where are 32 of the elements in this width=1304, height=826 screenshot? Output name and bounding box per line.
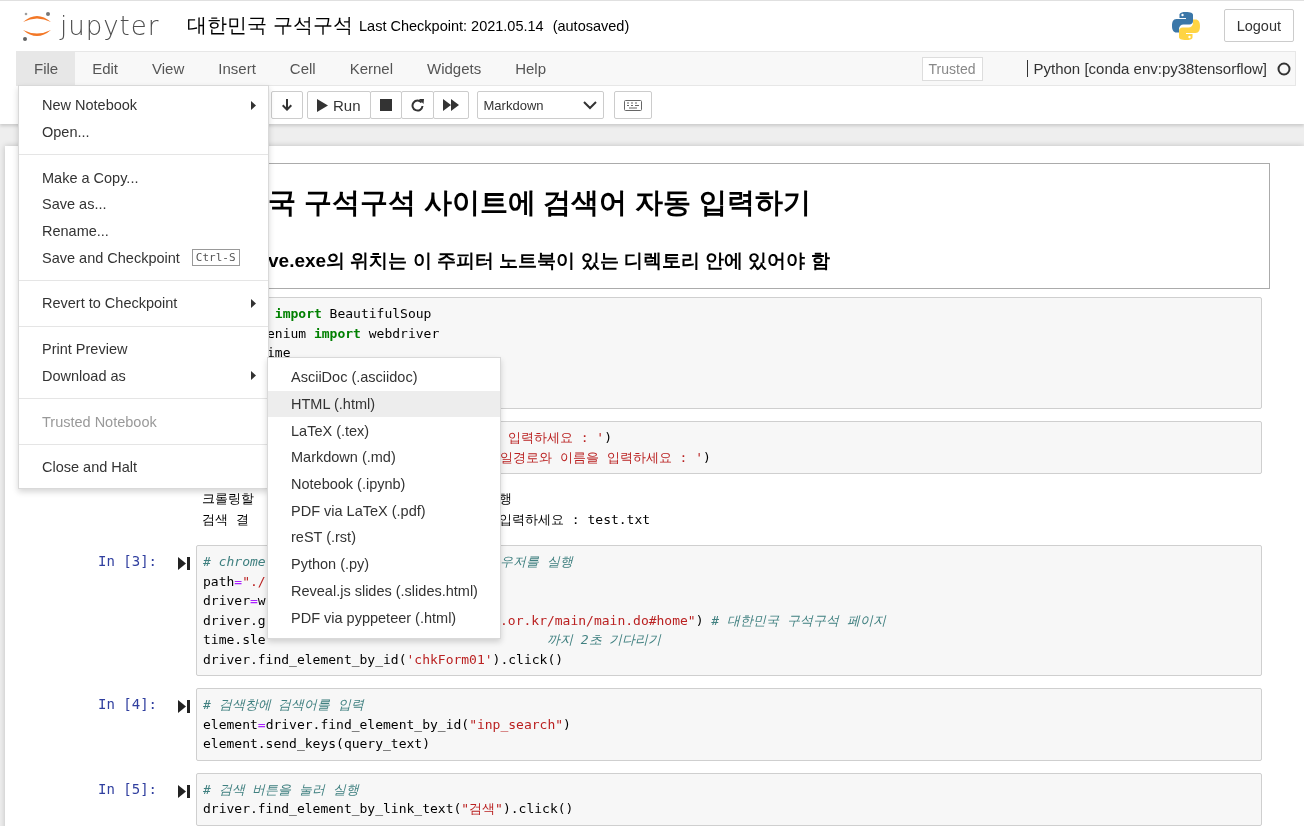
input-prompt: In [5]: [97, 779, 157, 799]
code-line: time.sle [203, 631, 266, 649]
code-line: 행 [499, 490, 512, 508]
code-line: .or.kr/main/main.do#home") # 대한민국 구석구석 페이지 [500, 611, 886, 630]
code-line: # 검색창에 검색어를 입력 [203, 696, 365, 714]
code-line: import BeautifulSoup [273, 305, 432, 323]
shortcut-badge: Ctrl-S [191, 249, 240, 267]
code-line: driver.g [203, 611, 266, 630]
code-line: driver.find_element_by_id('chkForm01').click() [203, 650, 564, 669]
code-line: # 검색 버튼을 눌러 실행 [203, 780, 360, 799]
kernel-name: Python [conda env:py38tensorflow] [1026, 60, 1267, 77]
checkpoint-status: Last Checkpoint: 2021.05.14 [359, 17, 544, 34]
input-prompt: In [3]: [97, 552, 157, 571]
code-line: # chrome [203, 553, 266, 571]
heading: ve.exe의 위치는 이 주피터 노트북이 있는 디렉토리 안에 있어야 함 [268, 249, 831, 273]
code-line: 검색 결 [202, 510, 249, 529]
code-line: ime [267, 344, 291, 362]
code-line: path="./ [203, 572, 266, 591]
code-line: 까지 2초 기다리기 [545, 631, 662, 649]
code-line: 우저를 실행 [500, 553, 573, 571]
code-line: 크롤링할 [202, 490, 254, 508]
code-line: element=driver.find_element_by_id("inp_search") [203, 715, 571, 734]
logo-text: jupyter [60, 10, 160, 41]
code-line: driver=w [203, 592, 266, 610]
autosave-status: (autosaved) [552, 17, 630, 34]
code-line: 입력하세요 : ') [506, 429, 612, 447]
code-line: element.send_keys(query_text) [203, 735, 430, 753]
input-prompt: In [4]: [97, 695, 157, 714]
code-line: 일경로와 이름을 입력하세요 : ') [500, 448, 711, 467]
code-line: 입력하세요 : test.txt [499, 510, 651, 529]
heading: 국 구석구석 사이트에 검색어 자동 입력하기 [268, 186, 812, 220]
code-line: driver.find_element_by_link_text("검색").click() [203, 800, 574, 818]
